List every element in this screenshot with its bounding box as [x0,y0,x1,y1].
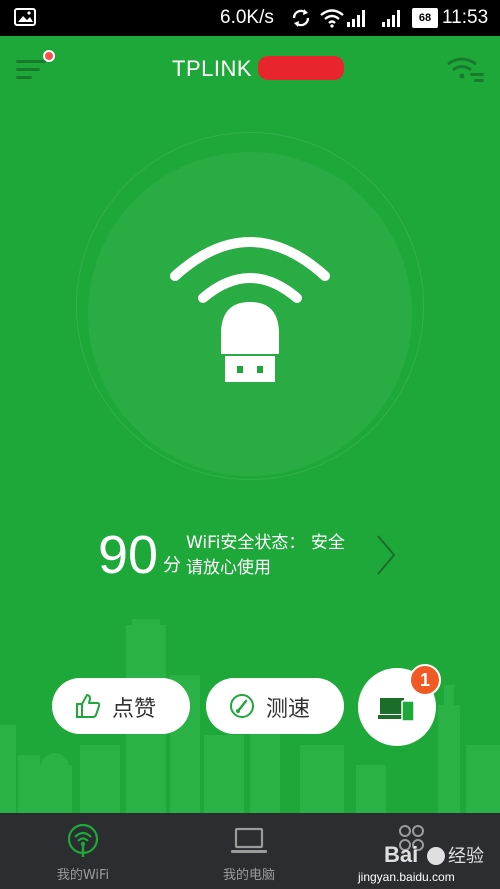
app-header: TPLINK [0,36,500,100]
laptop-icon [231,827,267,853]
watermark-url: jingyan.baidu.com [358,870,455,884]
tab-my-computer-label: 我的电脑 [222,868,275,883]
sync-icon [292,9,310,27]
chevron-right-icon [377,535,396,575]
signal-icon [382,10,400,27]
speed-test-button[interactable]: 测速 [206,678,344,734]
redaction-mark [258,56,344,80]
speedometer-icon [230,694,254,718]
page-title: TPLINK [172,56,253,81]
thumbs-up-icon [76,694,101,718]
svg-text:Bai: Bai [384,842,418,867]
net-speed: 6.0K/s [220,7,274,28]
signal-icon [347,10,365,27]
notification-dot [43,50,55,62]
clock: 11:53 [442,7,489,28]
wifi-broadcast-icon [67,823,99,857]
security-score-row[interactable]: 90 分 WiFi安全状态： 安全 请放心使用 [0,520,500,590]
svg-text:经验: 经验 [448,846,484,867]
security-hint: 请放心使用 [186,558,271,578]
like-label: 点赞 [112,697,157,722]
devices-icon [378,698,415,722]
score-unit: 分 [163,555,181,576]
battery-icon: 68 [412,8,438,28]
tab-my-wifi-label: 我的WiFi [56,868,110,883]
router-wifi-icon [170,237,330,382]
devices-badge: 1 [409,664,441,696]
tab-my-wifi[interactable]: 我的WiFi [0,813,166,889]
wifi-icon [320,9,344,28]
security-score: 90 [98,525,159,585]
status-bar: 6.0K/s 68 11:53 [0,0,500,36]
like-button[interactable]: 点赞 [52,678,190,734]
speed-test-label: 测速 [266,697,311,722]
gallery-icon [14,8,36,26]
tab-my-computer[interactable]: 我的电脑 [166,813,332,889]
security-status: WiFi安全状态： 安全 [186,533,345,553]
wifi-settings-icon[interactable] [444,54,488,84]
